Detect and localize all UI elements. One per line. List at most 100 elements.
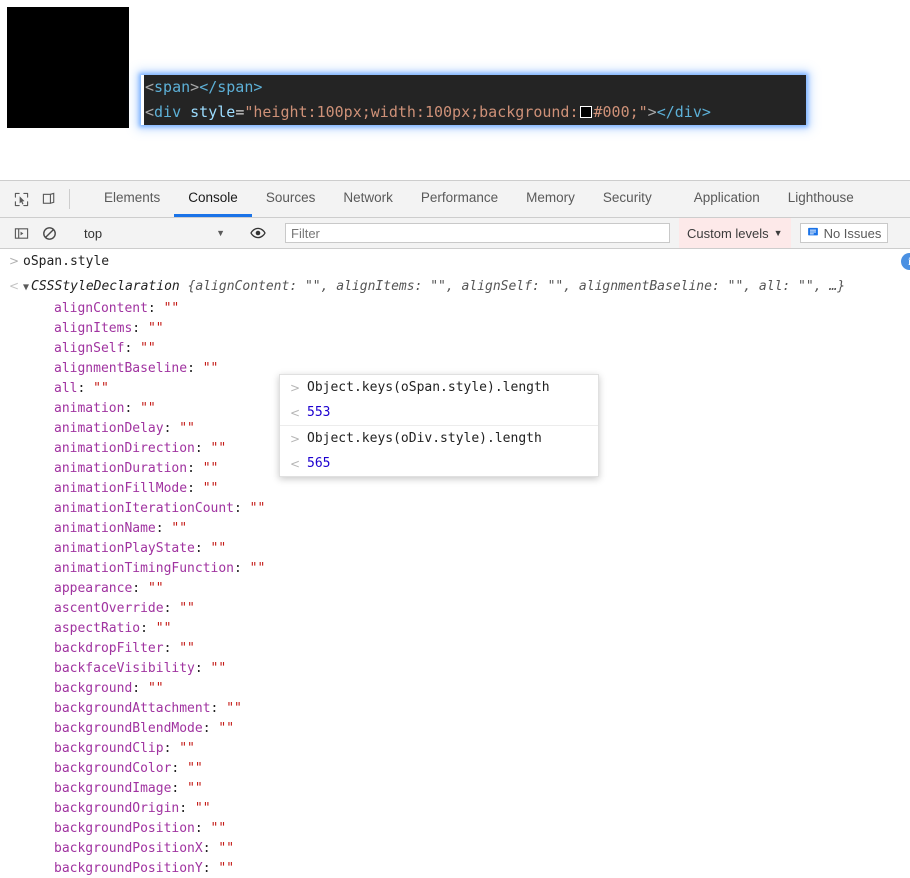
code-open-bracket: <: [145, 78, 155, 96]
keys-popup-result-value-2: 565: [307, 456, 331, 471]
object-property-row: animationIterationCount: "": [0, 499, 910, 519]
tab-elements[interactable]: Elements: [90, 181, 174, 217]
property-value: "": [249, 501, 266, 516]
object-property-row: background: "": [0, 679, 910, 699]
property-colon: :: [194, 541, 211, 556]
tab-performance[interactable]: Performance: [407, 181, 512, 217]
execution-context-select[interactable]: top ▼: [76, 222, 231, 244]
property-name: backgroundColor: [54, 761, 172, 776]
console-command-line[interactable]: > oSpan.style: [0, 249, 910, 274]
reply-arrow-icon: <: [8, 279, 20, 293]
property-value: "": [93, 381, 109, 396]
property-name: animationTimingFunction: [54, 561, 235, 576]
property-colon: :: [194, 661, 211, 676]
tab-security[interactable]: Security: [589, 181, 666, 217]
object-property-row: backgroundImage: "": [0, 779, 910, 799]
devtools-tabstrip: Elements Console Sources Network Perform…: [0, 181, 910, 218]
chevron-down-icon-levels: ▼: [773, 228, 783, 238]
property-name: ascentOverride: [54, 601, 164, 616]
code-closing-tag-div: </div>: [656, 103, 711, 121]
object-property-row: backgroundPositionX: "": [0, 839, 910, 859]
console-sidebar-icon[interactable]: [7, 226, 35, 241]
object-property-row: animationTimingFunction: "": [0, 559, 910, 579]
code-tag-span: span: [154, 78, 191, 96]
property-colon: :: [179, 801, 195, 816]
property-name: backgroundPosition: [54, 821, 195, 836]
property-colon: :: [155, 521, 172, 536]
reply-arrow-icon-2: <: [290, 456, 301, 471]
object-property-row: backfaceVisibility: "": [0, 659, 910, 679]
property-name: backgroundClip: [54, 741, 164, 756]
rendered-page-preview: <span></span> <div style="height:100px;w…: [0, 0, 910, 180]
keys-popup-result-value-1: 553: [307, 405, 331, 420]
property-name: background: [54, 681, 133, 696]
object-property-row: appearance: "": [0, 579, 910, 599]
issues-icon: [807, 226, 819, 241]
property-value: "": [147, 681, 164, 696]
property-name: backfaceVisibility: [54, 661, 195, 676]
disclosure-triangle-icon[interactable]: ▼: [23, 275, 29, 300]
object-property-row: ascentOverride: "": [0, 599, 910, 619]
console-body: > oSpan.style < ▼ CSSStyleDeclaration {al…: [0, 249, 910, 878]
devtools-panel: Elements Console Sources Network Perform…: [0, 180, 910, 878]
issues-button[interactable]: No Issues: [799, 223, 889, 243]
inspect-element-icon[interactable]: [7, 181, 35, 217]
live-expression-eye-icon[interactable]: [244, 225, 272, 241]
tab-network[interactable]: Network: [329, 181, 407, 217]
console-result-line[interactable]: < ▼ CSSStyleDeclaration {alignContent: ""…: [0, 253, 910, 300]
keys-popup-command-2[interactable]: > Object.keys(oDiv.style).length: [280, 425, 598, 451]
tab-lighthouse[interactable]: Lighthouse: [774, 181, 868, 217]
object-property-row: backgroundOrigin: "": [0, 799, 910, 819]
device-toolbar-icon[interactable]: [35, 181, 63, 217]
property-colon: :: [234, 561, 250, 576]
property-value: "": [210, 541, 227, 556]
filter-input[interactable]: [285, 223, 670, 243]
property-name: animationName: [54, 521, 156, 536]
object-property-row: backdropFilter: "": [0, 639, 910, 659]
clear-console-icon[interactable]: [35, 226, 63, 241]
property-name: backgroundImage: [54, 781, 172, 796]
code-style-value-start: height:100px;width:100px;background:: [253, 103, 579, 121]
log-levels-label: Custom levels: [687, 225, 769, 241]
code-close-bracket-2: >: [647, 103, 657, 121]
property-colon: :: [124, 341, 141, 356]
property-colon: :: [171, 761, 188, 776]
property-value: "": [249, 561, 266, 576]
property-value: "": [218, 861, 235, 876]
keys-popup-result-2: < 565: [280, 451, 598, 476]
keys-popup-command-1[interactable]: > Object.keys(oSpan.style).length: [280, 375, 598, 400]
tab-memory[interactable]: Memory: [512, 181, 589, 217]
code-attr-style: style: [190, 103, 236, 121]
property-colon: :: [187, 361, 203, 376]
chevron-down-icon: ▼: [216, 228, 225, 238]
property-value: "": [179, 741, 195, 756]
property-value: "": [202, 481, 219, 496]
property-colon: :: [187, 481, 203, 496]
property-name: animationIterationCount: [54, 501, 235, 516]
property-value: "": [155, 621, 172, 636]
tab-console[interactable]: Console: [174, 181, 252, 217]
property-value: "": [210, 661, 227, 676]
object-property-row: backgroundClip: "": [0, 739, 910, 759]
code-line-span: <span></span>: [144, 75, 806, 100]
property-colon: :: [171, 781, 188, 796]
color-swatch-icon: [580, 106, 593, 118]
property-colon: :: [202, 721, 219, 736]
tab-application[interactable]: Application: [680, 181, 774, 217]
property-value: "": [202, 461, 219, 476]
object-property-row: animationPlayState: "": [0, 539, 910, 559]
property-value: "": [147, 321, 164, 336]
tab-sources[interactable]: Sources: [252, 181, 330, 217]
object-preview: {alignContent: "", alignItems: "", align…: [179, 279, 846, 294]
property-name: animationDuration: [54, 461, 188, 476]
issues-label: No Issues: [823, 225, 882, 241]
object-property-row: alignSelf: "": [0, 339, 910, 359]
keys-popup-result-1: < 553: [280, 400, 598, 425]
log-levels-dropdown[interactable]: Custom levels ▼: [679, 218, 791, 248]
property-value: "": [187, 761, 203, 776]
object-property-row: alignContent: "": [0, 299, 910, 319]
property-colon: :: [147, 301, 164, 316]
property-name: aspectRatio: [54, 621, 141, 636]
reply-arrow-icon-1: <: [290, 405, 301, 420]
code-style-value-end: #000;: [593, 103, 639, 121]
